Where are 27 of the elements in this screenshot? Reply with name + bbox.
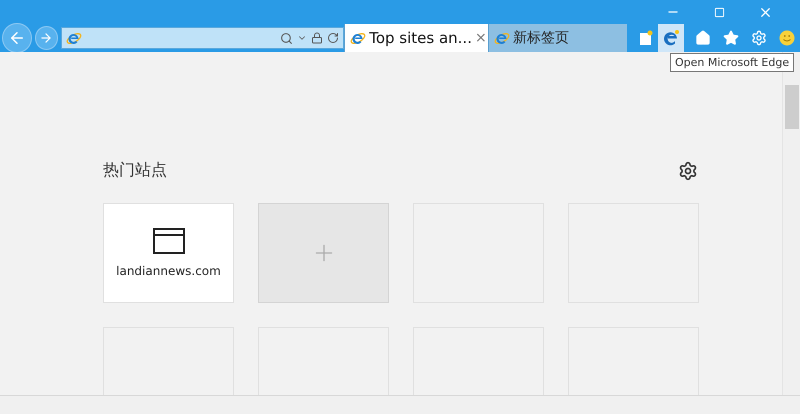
tab-close-button[interactable]: ×	[474, 30, 487, 46]
forward-button[interactable]	[34, 26, 58, 50]
webpage-icon	[152, 228, 184, 254]
back-button[interactable]	[2, 23, 32, 53]
browser-logo-icon	[350, 30, 366, 46]
browser-logo-icon	[66, 30, 82, 46]
settings-icon[interactable]	[678, 160, 698, 180]
refresh-icon[interactable]	[327, 32, 340, 44]
address-bar[interactable]	[61, 27, 344, 49]
scrollbar-thumb[interactable]	[784, 85, 798, 129]
browser-tab[interactable]: Top sites an... ×	[344, 24, 488, 52]
smiley-icon	[779, 30, 795, 46]
star-icon	[723, 30, 739, 46]
browser-tab[interactable]: 新标签页	[488, 24, 627, 52]
edge-logo-icon	[663, 30, 680, 46]
tooltip: Open Microsoft Edge	[670, 53, 794, 72]
edge-button[interactable]	[658, 24, 684, 52]
lock-icon[interactable]	[311, 32, 324, 44]
settings-icon	[751, 30, 767, 46]
maximize-icon	[714, 6, 724, 18]
browser-logo-icon	[494, 30, 510, 46]
search-icon[interactable]	[280, 32, 294, 44]
home-icon	[695, 30, 711, 46]
add-site-tile[interactable]	[258, 203, 389, 303]
site-tile[interactable]: landiannews.com	[103, 203, 234, 303]
section-heading: 热门站点	[103, 160, 167, 181]
new-tab-icon	[638, 30, 653, 46]
